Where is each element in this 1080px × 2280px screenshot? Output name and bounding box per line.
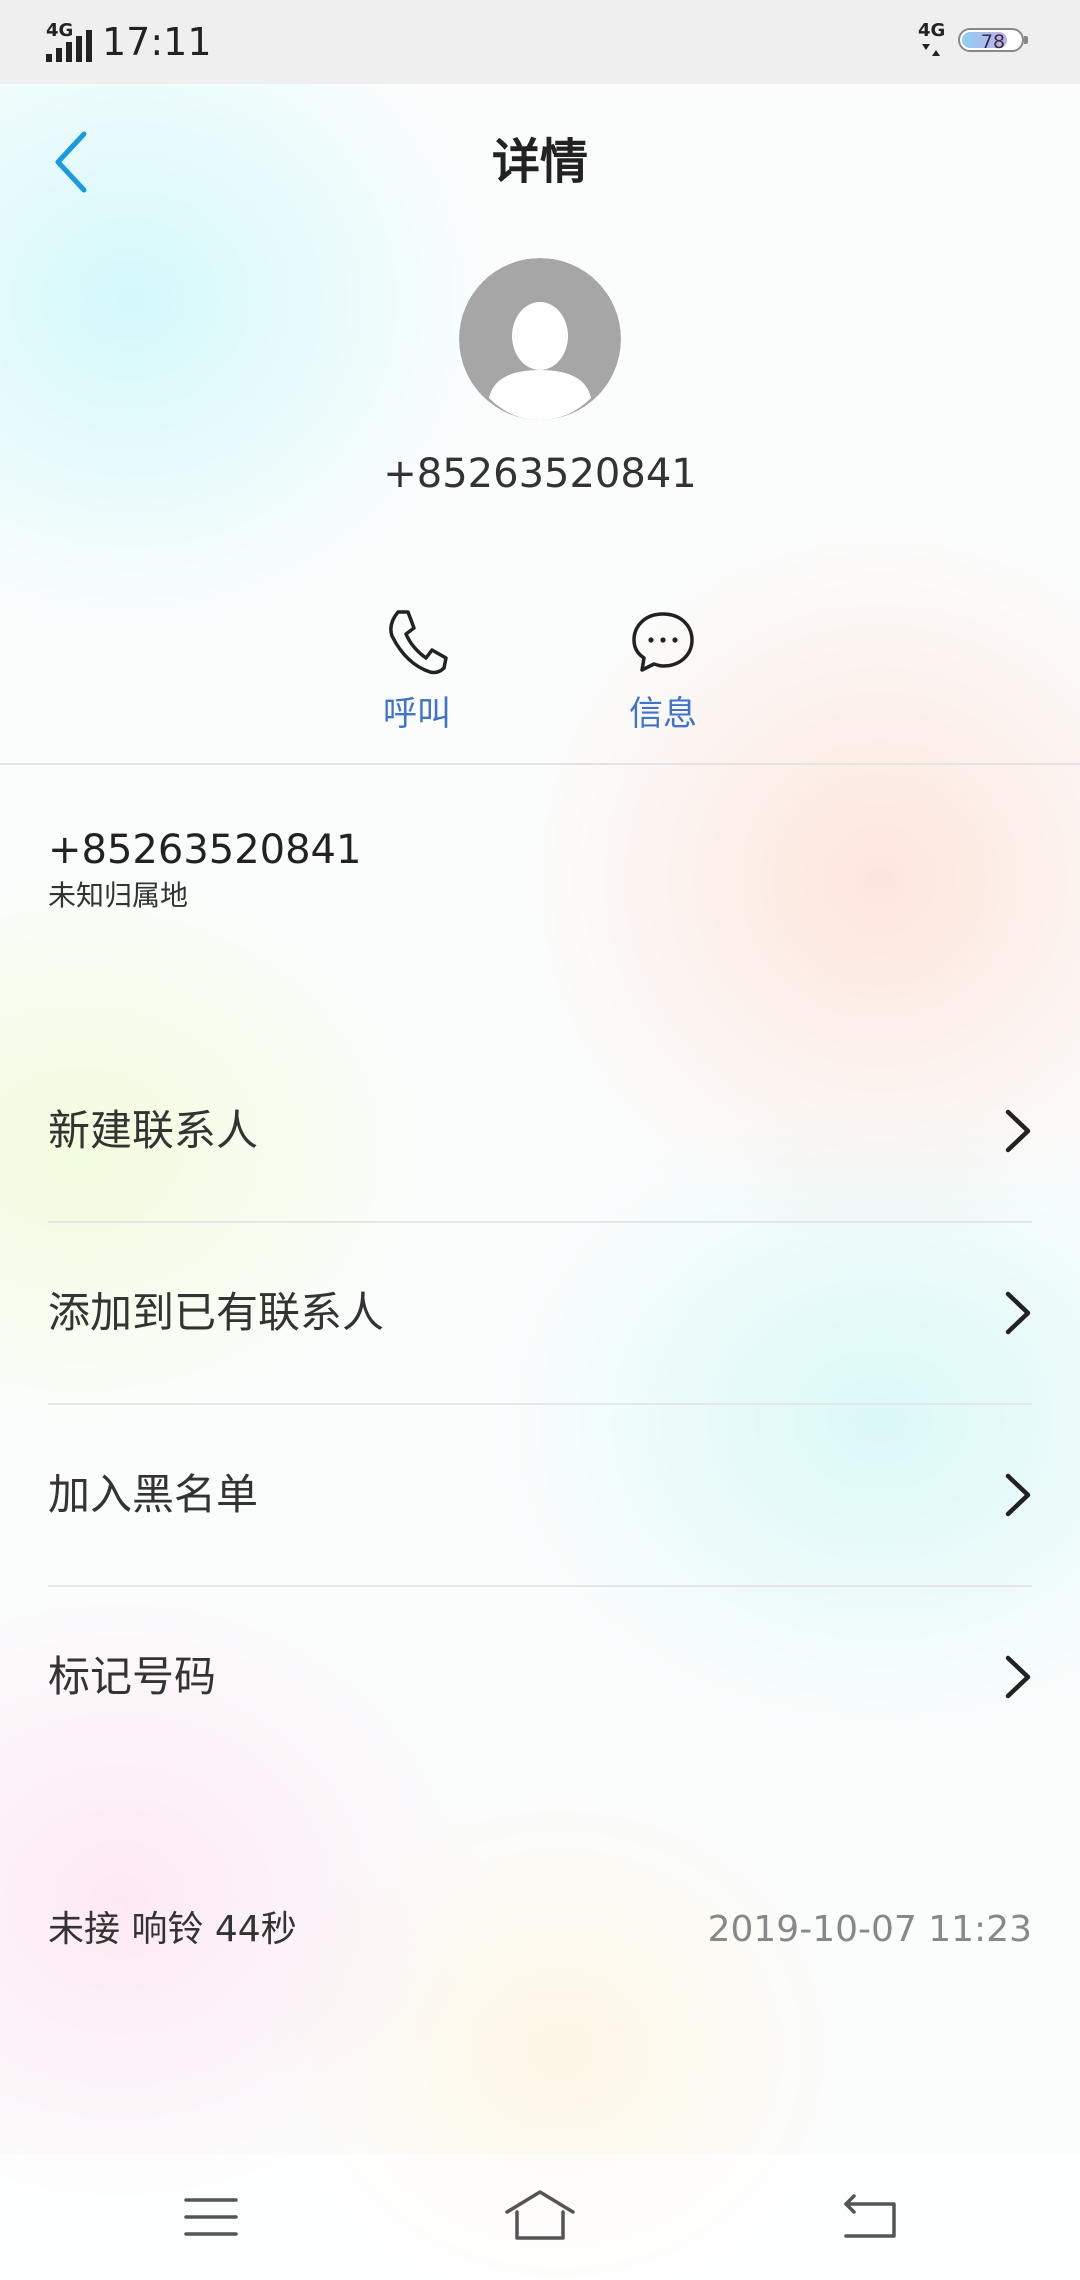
nav-back-button[interactable] xyxy=(824,2184,914,2250)
section-divider xyxy=(0,763,1080,765)
call-detail-screen: 4G 17:11 4G 78 详情 +85263520841 呼叫 信息 +85… xyxy=(0,0,1080,2280)
signal-icon: 4G xyxy=(46,20,92,62)
chat-bubble-icon xyxy=(632,612,694,672)
phone-icon xyxy=(389,610,448,675)
call-log-time: 2019-10-07 11:23 xyxy=(707,1909,1032,1950)
battery-icon: 78 xyxy=(958,28,1030,54)
menu-item-label: 添加到已有联系人 xyxy=(48,1288,385,1337)
menu-item-label: 加入黑名单 xyxy=(48,1470,259,1519)
menu-item-add-to-existing-contact[interactable]: 添加到已有联系人 xyxy=(48,1222,1032,1404)
call-log-status: 未接 响铃 44秒 xyxy=(48,1909,297,1950)
chevron-right-icon xyxy=(1005,1473,1031,1517)
person-icon xyxy=(459,258,621,420)
info-number[interactable]: +85263520841 xyxy=(48,822,361,878)
menu-icon xyxy=(184,2198,238,2236)
message-button[interactable]: 信息 xyxy=(578,606,748,746)
network-type-label: 4G xyxy=(918,20,945,41)
status-time: 17:11 xyxy=(102,20,212,64)
navigation-bar xyxy=(0,2154,1080,2280)
call-button[interactable]: 呼叫 xyxy=(332,606,502,746)
menu-item-add-to-blacklist[interactable]: 加入黑名单 xyxy=(48,1404,1032,1586)
signal-network-label: 4G xyxy=(46,20,73,41)
back-arrow-icon xyxy=(844,2194,896,2238)
call-label: 呼叫 xyxy=(383,694,451,734)
battery-level-text: 78 xyxy=(980,31,1006,52)
avatar xyxy=(459,258,621,420)
page-title: 详情 xyxy=(491,134,588,190)
chevron-right-icon xyxy=(1005,1291,1031,1335)
menu-item-mark-number[interactable]: 标记号码 xyxy=(48,1586,1032,1768)
menu-item-label: 新建联系人 xyxy=(48,1106,259,1155)
status-bar: 4G 17:11 4G 78 xyxy=(0,0,1080,84)
network-icon: 4G xyxy=(918,20,945,56)
chevron-right-icon xyxy=(1005,1109,1031,1153)
menu-item-new-contact[interactable]: 新建联系人 xyxy=(48,1040,1032,1222)
contact-number: +85263520841 xyxy=(383,451,697,497)
menu-item-label: 标记号码 xyxy=(48,1652,217,1701)
nav-home-button[interactable] xyxy=(495,2184,585,2250)
nav-menu-button[interactable] xyxy=(166,2184,256,2250)
message-label: 信息 xyxy=(629,694,697,734)
home-icon xyxy=(505,2190,575,2240)
info-location: 未知归属地 xyxy=(48,879,189,912)
chevron-right-icon xyxy=(1005,1655,1031,1699)
